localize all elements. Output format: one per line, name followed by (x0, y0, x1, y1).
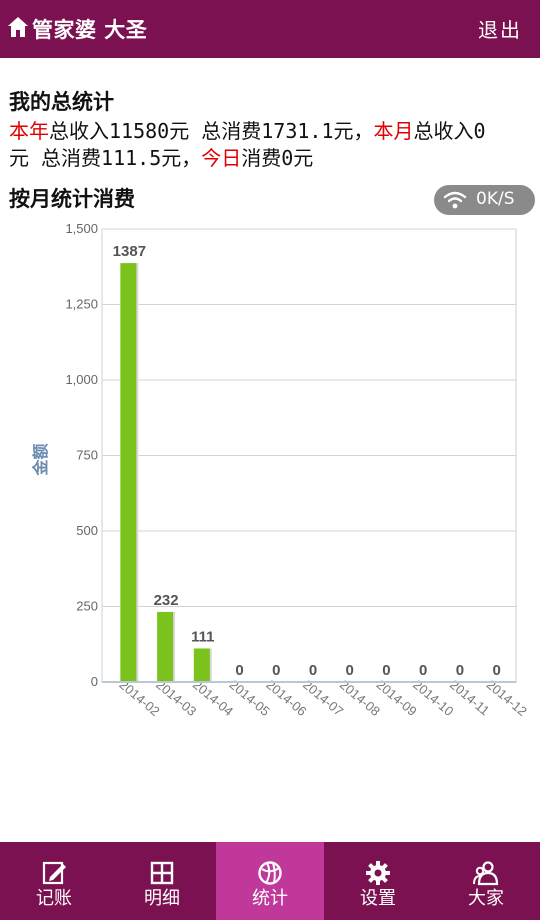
tab-statistics[interactable]: 统计 (216, 842, 324, 920)
app-title: 管家婆 大圣 (32, 18, 148, 42)
network-speed-badge: 0K/S (434, 185, 535, 215)
home-icon[interactable] (6, 15, 30, 39)
x-tick-label: 2014-07 (300, 677, 346, 719)
app-header: 管家婆 大圣 退出 (0, 0, 540, 58)
grid-icon (150, 861, 174, 885)
tab-label: 统计 (252, 888, 288, 909)
bottom-tab-bar: 记账 明细 统计 设置 大家 (0, 842, 540, 920)
bar-data-label: 111 (191, 628, 214, 645)
x-tick-label: 2014-10 (410, 677, 456, 719)
today-label: 今日 (201, 146, 242, 170)
x-tick-label: 2014-09 (374, 677, 420, 719)
x-tick-label: 2014-05 (227, 677, 273, 719)
wifi-icon (443, 191, 467, 209)
edit-icon (42, 861, 66, 885)
y-tick-label: 750 (76, 448, 98, 463)
y-tick-label: 250 (76, 599, 98, 614)
tab-details[interactable]: 明细 (108, 842, 216, 920)
tab-bookkeeping[interactable]: 记账 (0, 842, 108, 920)
network-speed-text: 0K/S (476, 189, 515, 209)
x-tick-label: 2014-06 (263, 677, 309, 719)
monthly-expense-chart: 0 250 500 750 1,000 1,250 1,500 金额 1387 2014-02 23… (31, 221, 530, 719)
summary-line-1: 本年总收入11580元 总消费1731.1元，本月总收入0 (9, 115, 486, 144)
y-tick-label: 1,250 (65, 297, 98, 312)
tab-label: 设置 (360, 888, 396, 909)
bar (120, 263, 137, 682)
x-tick-label: 2014-02 (116, 677, 162, 719)
logout-button[interactable]: 退出 (478, 14, 522, 43)
gear-icon (366, 861, 390, 885)
users-icon (473, 861, 499, 886)
summary-title: 我的总统计 (9, 90, 114, 114)
tab-label: 记账 (36, 888, 72, 909)
y-axis-label: 金额 (31, 443, 50, 476)
month-label: 本月 (373, 119, 414, 143)
chart-icon (258, 861, 282, 885)
tab-settings[interactable]: 设置 (324, 842, 432, 920)
bar (193, 648, 210, 682)
bar (157, 611, 174, 682)
tab-label: 明细 (144, 888, 180, 909)
bar-data-label: 232 (154, 592, 179, 609)
x-tick-label: 2014-04 (190, 677, 236, 719)
y-tick-label: 1,500 (65, 221, 98, 236)
tab-everyone[interactable]: 大家 (432, 842, 540, 920)
y-tick-label: 500 (76, 523, 98, 538)
today-text: 消费0元 (241, 146, 314, 170)
summary-line-2: 元 总消费111.5元，今日消费0元 (9, 142, 313, 171)
x-tick-label: 2014-08 (337, 677, 383, 719)
bar-data-label: 1387 (113, 243, 146, 260)
monthly-stats-title: 按月统计消费 (9, 187, 135, 211)
tab-label: 大家 (468, 888, 504, 909)
year-label: 本年 (9, 119, 49, 143)
y-tick-label: 1,000 (65, 372, 98, 387)
x-tick-label: 2014-12 (484, 677, 530, 719)
x-tick-label: 2014-11 (447, 677, 492, 719)
year-text: 总收入11580元 总消费1731.1元， (49, 119, 374, 143)
y-tick-label: 0 (91, 674, 98, 689)
x-tick-label: 2014-03 (153, 677, 199, 719)
month-text-b: 元 总消费111.5元， (9, 146, 202, 170)
month-text-a: 总收入0 (413, 119, 486, 143)
